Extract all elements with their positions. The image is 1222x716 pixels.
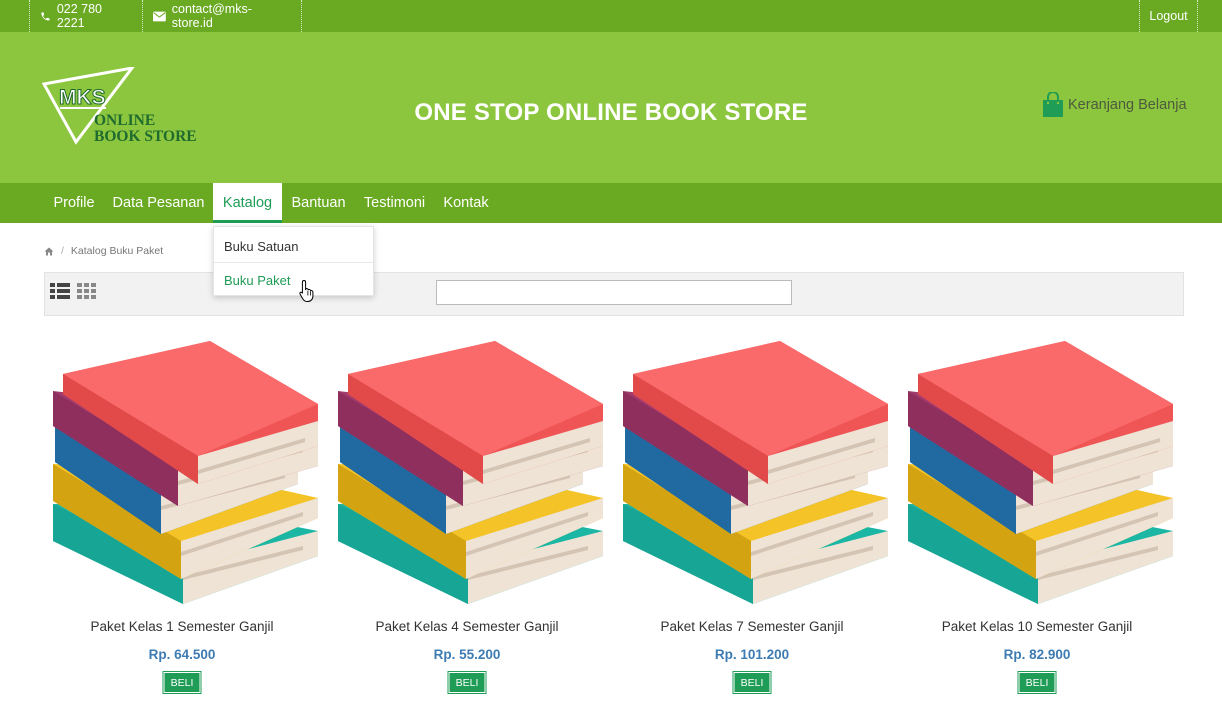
- katalog-dropdown-menu: Buku Satuan Buku Paket: [213, 226, 374, 296]
- search-input[interactable]: [436, 280, 792, 305]
- book-stack-illustration: [623, 341, 888, 604]
- nav-item-bantuan[interactable]: Bantuan: [282, 183, 355, 223]
- product-card: Paket Kelas 1 Semester Ganjil Rp. 64.500…: [47, 336, 318, 696]
- product-name[interactable]: Paket Kelas 7 Semester Ganjil: [617, 619, 887, 634]
- breadcrumb-separator: /: [61, 245, 64, 257]
- phone-icon: [41, 11, 50, 21]
- product-image[interactable]: [623, 336, 893, 608]
- buy-button[interactable]: BELI: [1017, 671, 1057, 694]
- product-price: Rp. 82.900: [1003, 647, 1071, 662]
- book-stack-illustration: [338, 341, 603, 604]
- top-bar: 022 780 2221 contact@mks-store.id Logout: [0, 0, 1222, 32]
- phone-number: 022 780 2221: [56, 2, 102, 30]
- product-card: Paket Kelas 4 Semester Ganjil Rp. 55.200…: [332, 336, 603, 696]
- breadcrumb: / Katalog Buku Paket: [44, 245, 163, 257]
- grid-view-icon[interactable]: [77, 283, 96, 299]
- product-card: Paket Kelas 10 Semester Ganjil Rp. 82.90…: [902, 336, 1173, 696]
- nav-item-profile[interactable]: Profile: [44, 183, 104, 223]
- shopping-bag-icon: [1043, 92, 1063, 117]
- product-price: Rp. 64.500: [148, 647, 216, 662]
- store-tagline: ONE STOP ONLINE BOOK STORE: [414, 99, 808, 126]
- product-image[interactable]: [338, 336, 608, 608]
- cart-label[interactable]: Keranjang Belanja: [1068, 97, 1187, 113]
- main-navigation: Profile Data Pesanan Katalog Bantuan Tes…: [0, 183, 1222, 223]
- envelope-icon: [153, 11, 166, 21]
- logo-bookstore-text: BOOK STORE: [94, 128, 197, 145]
- product-price: Rp. 101.200: [714, 647, 790, 662]
- nav-item-katalog[interactable]: Katalog: [213, 183, 282, 223]
- site-header: MKS ONLINE BOOK STORE ONE STOP ONLINE BO…: [0, 32, 1222, 183]
- buy-button[interactable]: BELI: [162, 671, 202, 694]
- buy-button[interactable]: BELI: [732, 671, 772, 694]
- hand-pointer-icon: [299, 279, 314, 302]
- product-name[interactable]: Paket Kelas 1 Semester Ganjil: [47, 619, 317, 634]
- list-view-icon[interactable]: [50, 283, 70, 299]
- nav-item-testimoni[interactable]: Testimoni: [355, 183, 434, 223]
- book-stack-illustration: [908, 341, 1173, 604]
- logout-link[interactable]: Logout: [1139, 0, 1198, 32]
- contact-phone: 022 780 2221: [29, 0, 142, 32]
- dropdown-item-buku-paket[interactable]: Buku Paket: [214, 264, 373, 297]
- shopping-cart-link[interactable]: Keranjang Belanja: [1042, 92, 1187, 118]
- home-icon[interactable]: [44, 247, 54, 256]
- contact-email[interactable]: contact@mks-store.id: [142, 0, 302, 32]
- product-card: Paket Kelas 7 Semester Ganjil Rp. 101.20…: [617, 336, 888, 696]
- book-stack-illustration: [53, 341, 318, 604]
- buy-button[interactable]: BELI: [447, 671, 487, 694]
- product-image[interactable]: [53, 336, 323, 608]
- dropdown-item-buku-satuan[interactable]: Buku Satuan: [214, 230, 373, 263]
- product-name[interactable]: Paket Kelas 4 Semester Ganjil: [332, 619, 602, 634]
- email-address[interactable]: contact@mks-store.id: [172, 2, 291, 30]
- nav-item-data-pesanan[interactable]: Data Pesanan: [104, 183, 213, 223]
- nav-item-kontak[interactable]: Kontak: [434, 183, 498, 223]
- breadcrumb-current: Katalog Buku Paket: [70, 245, 164, 257]
- product-image[interactable]: [908, 336, 1178, 608]
- product-price: Rp. 55.200: [433, 647, 501, 662]
- product-name[interactable]: Paket Kelas 10 Semester Ganjil: [902, 619, 1172, 634]
